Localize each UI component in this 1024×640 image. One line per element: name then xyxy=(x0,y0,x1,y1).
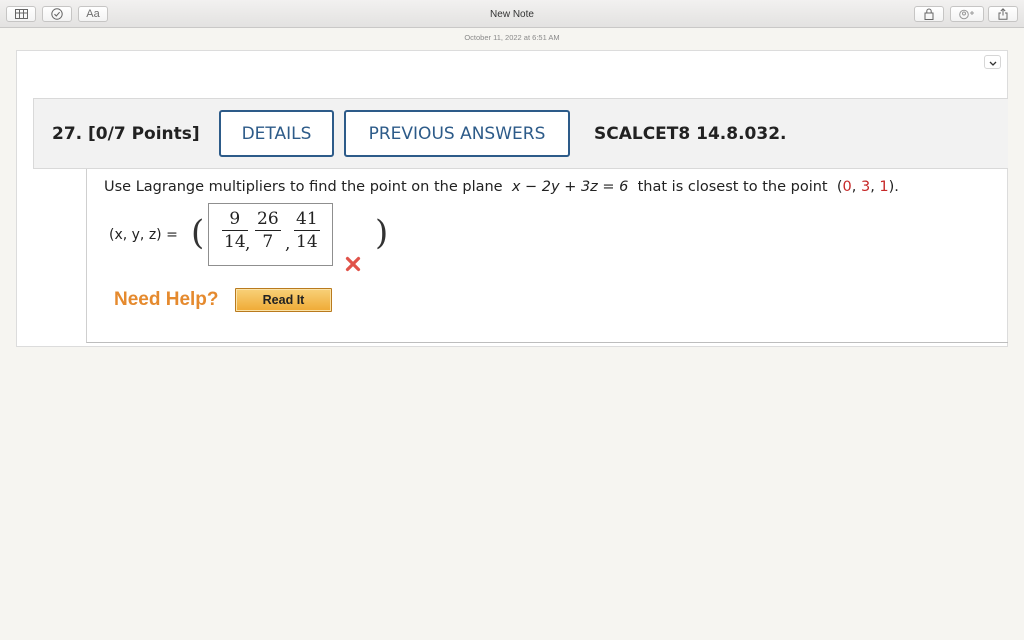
plane-equation: x − 2y + 3z = 6 xyxy=(511,179,629,195)
fraction-y: 26 7 xyxy=(255,209,281,252)
fraction-x-denominator: 14 xyxy=(224,232,246,252)
previous-answers-button[interactable]: PREVIOUS ANSWERS xyxy=(344,110,570,157)
chevron-down-icon xyxy=(989,53,997,71)
fraction-z: 41 14 xyxy=(294,209,320,252)
lock-icon xyxy=(924,8,934,20)
details-button[interactable]: DETAILS xyxy=(219,110,334,157)
prompt-mid: that is closest to the point xyxy=(637,179,828,195)
point-close: ). xyxy=(888,179,899,195)
fraction-y-denominator: 7 xyxy=(262,232,274,252)
lock-button[interactable] xyxy=(914,6,944,22)
fraction-bar xyxy=(255,230,281,231)
fraction-z-denominator: 14 xyxy=(296,232,318,252)
answer-separator: , xyxy=(245,234,251,254)
need-help-label: Need Help? xyxy=(114,289,219,310)
close-paren: ) xyxy=(375,213,389,253)
fraction-z-numerator: 41 xyxy=(296,209,318,229)
window-title: New Note xyxy=(490,9,534,20)
question-code: SCALCET8 14.8.032. xyxy=(594,124,787,144)
open-paren: ( xyxy=(191,213,205,253)
note-date: October 11, 2022 at 6:51 AM xyxy=(464,33,560,42)
answer-separator: , xyxy=(285,234,291,254)
fraction-bar xyxy=(222,230,248,231)
share-button[interactable] xyxy=(988,6,1018,22)
collaborate-icon xyxy=(958,9,976,20)
fraction-bar xyxy=(294,230,320,231)
point-sep-1: , xyxy=(851,179,861,195)
collaborate-button[interactable] xyxy=(950,6,984,22)
notes-toolbar: Aa New Note xyxy=(0,0,1024,28)
prompt-start: Use Lagrange multipliers to find the poi… xyxy=(104,179,503,195)
share-icon xyxy=(998,8,1008,20)
answer-label: (x, y, z) = xyxy=(109,227,178,243)
expand-button[interactable] xyxy=(984,55,1001,69)
question-number-points: 27. [0/7 Points] xyxy=(52,124,200,144)
wrong-answer-x-icon xyxy=(344,255,362,273)
fraction-x: 9 14 xyxy=(222,209,248,252)
fraction-x-numerator: 9 xyxy=(229,209,241,229)
point-y: 3 xyxy=(860,179,871,195)
point-z: 1 xyxy=(879,179,889,195)
question-prompt: Use Lagrange multipliers to find the poi… xyxy=(104,179,899,195)
read-it-button[interactable]: Read It xyxy=(235,288,332,312)
fraction-y-numerator: 26 xyxy=(257,209,279,229)
point-x: 0 xyxy=(842,179,852,195)
